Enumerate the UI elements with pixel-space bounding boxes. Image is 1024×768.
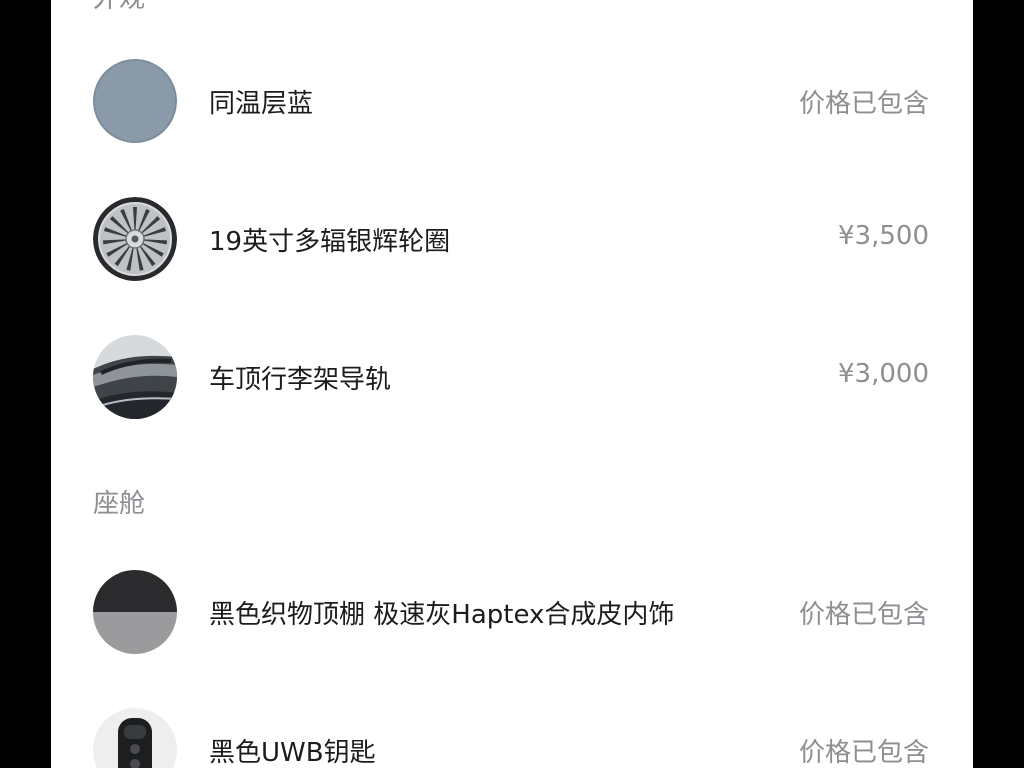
section-title-cabin: 座舱: [93, 489, 146, 519]
option-item-interior[interactable]: 黑色织物顶棚 极速灰Haptex合成皮内饰 价格已包含: [51, 570, 973, 660]
option-price: 价格已包含: [798, 89, 929, 119]
option-price: 价格已包含: [798, 600, 929, 630]
option-item-key[interactable]: 黑色UWB钥匙 价格已包含: [51, 708, 973, 768]
interior-swatch-icon: [93, 570, 177, 654]
option-name: 黑色UWB钥匙: [209, 738, 376, 768]
option-name: 黑色织物顶棚 极速灰Haptex合成皮内饰: [209, 600, 675, 630]
option-price: 价格已包含: [798, 738, 929, 768]
option-price: ¥3,500: [838, 221, 929, 251]
option-name: 19英寸多辐银辉轮圈: [209, 227, 451, 257]
roof-rail-icon: [93, 335, 177, 419]
option-item-roof-rails[interactable]: 车顶行李架导轨 ¥3,000: [51, 335, 973, 425]
wheel-rim-icon: [93, 197, 177, 281]
option-list-panel: 外观 同温层蓝 价格已包含: [51, 0, 973, 768]
option-name: 车顶行李架导轨: [209, 365, 392, 395]
option-item-paint[interactable]: 同温层蓝 价格已包含: [51, 59, 973, 149]
option-name: 同温层蓝: [209, 89, 314, 119]
section-title-exterior: 外观: [93, 0, 145, 15]
paint-swatch-icon: [93, 59, 177, 143]
option-price: ¥3,000: [838, 359, 929, 389]
option-item-wheels[interactable]: 19英寸多辐银辉轮圈 ¥3,500: [51, 197, 973, 287]
car-key-icon: [93, 708, 177, 768]
